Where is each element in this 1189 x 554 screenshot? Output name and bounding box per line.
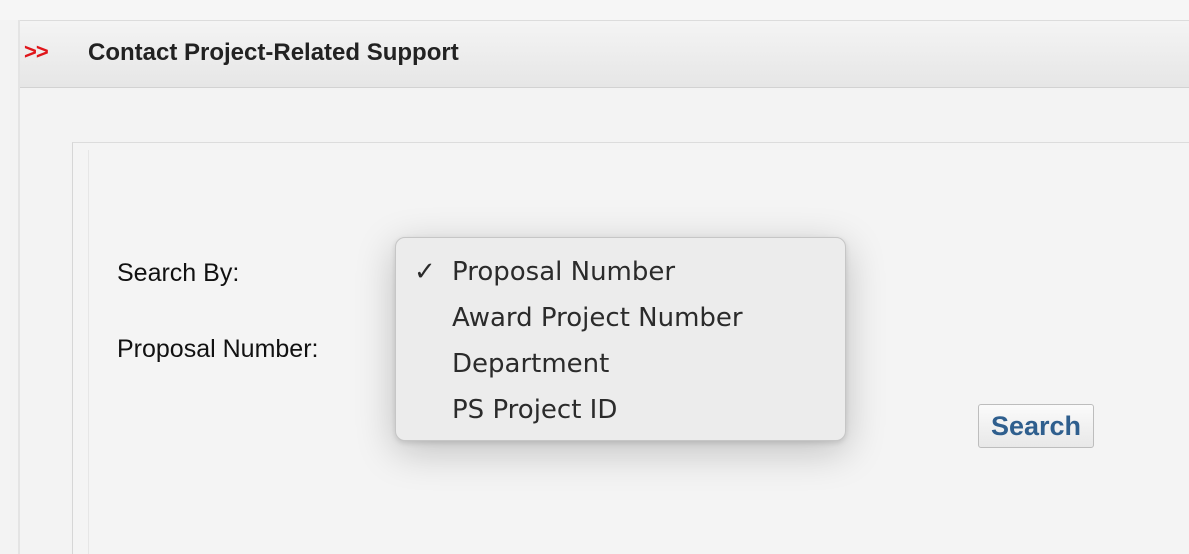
top-strip (0, 0, 1189, 20)
dropdown-option-label: PS Project ID (452, 395, 618, 425)
panel-edge (88, 150, 89, 554)
dropdown-option-proposal-number[interactable]: ✓ Proposal Number (396, 252, 845, 298)
proposal-number-label: Proposal Number: (117, 335, 319, 363)
dropdown-option-label: Award Project Number (452, 303, 743, 333)
search-by-label: Search By: (117, 259, 240, 287)
header-arrows-icon: >> (24, 39, 49, 64)
dropdown-option-department[interactable]: Department (396, 344, 845, 390)
page: >> Contact Project-Related Support Searc… (0, 0, 1189, 554)
left-edge (18, 20, 20, 554)
check-icon: ✓ (414, 257, 436, 287)
dropdown-option-label: Department (452, 349, 610, 379)
dropdown-option-award-project-number[interactable]: Award Project Number (396, 298, 845, 344)
page-title: Contact Project-Related Support (88, 39, 459, 66)
dropdown-option-label: Proposal Number (452, 257, 676, 287)
search-by-dropdown-menu[interactable]: ✓ Proposal Number Award Project Number D… (395, 237, 846, 441)
dropdown-option-ps-project-id[interactable]: PS Project ID (396, 390, 845, 436)
search-button[interactable]: Search (978, 404, 1094, 448)
